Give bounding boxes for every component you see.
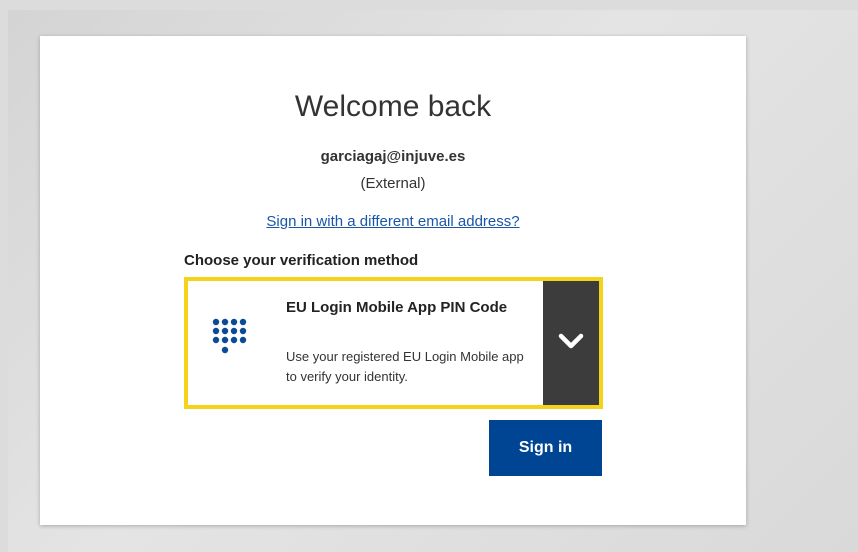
login-card: Welcome back garciagaj@injuve.es (Extern… <box>40 36 746 525</box>
method-title: EU Login Mobile App PIN Code <box>286 299 508 316</box>
page-title: Welcome back <box>294 90 492 123</box>
account-type: (External) <box>360 175 426 192</box>
keypad-icon <box>210 317 250 367</box>
user-email: garciagaj@injuve.es <box>320 148 466 165</box>
method-dropdown-toggle[interactable] <box>543 281 599 405</box>
sign-in-button[interactable]: Sign in <box>489 420 602 476</box>
verification-method-select[interactable]: EU Login Mobile App PIN Code Use your re… <box>184 277 603 409</box>
verification-method-label: Choose your verification method <box>184 252 419 269</box>
chevron-down-icon <box>558 332 584 355</box>
method-description: Use your registered EU Login Mobile app … <box>286 349 524 384</box>
different-email-link[interactable]: Sign in with a different email address? <box>40 213 746 230</box>
